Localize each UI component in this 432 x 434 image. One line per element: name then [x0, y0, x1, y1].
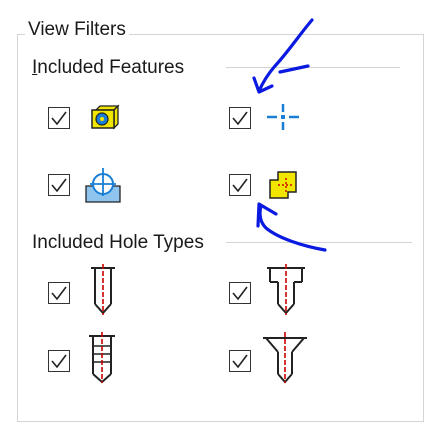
checkmark-icon: [51, 354, 67, 369]
sketch-point-feature-icon: [269, 171, 297, 199]
sketch-point-feature-checkbox[interactable]: [229, 174, 251, 196]
countersink-hole-icon: [263, 332, 307, 384]
checkmark-icon: [51, 111, 67, 126]
included-hole-types-divider: [226, 242, 412, 243]
simple-hole-checkbox[interactable]: [48, 282, 70, 304]
solid-feature-checkbox[interactable]: [48, 107, 70, 129]
checkmark-icon: [232, 354, 248, 369]
hole-on-face-feature-icon: [85, 168, 121, 203]
checkmark-icon: [51, 286, 67, 301]
counterbore-hole-checkbox[interactable]: [229, 282, 251, 304]
checkmark-icon: [51, 178, 67, 193]
included-features-title: Included Features: [32, 56, 189, 80]
point-feature-icon: [267, 104, 299, 130]
simple-hole-icon: [91, 264, 115, 315]
checkmark-icon: [232, 286, 248, 301]
included-features-title-rest: ncluded Features: [37, 57, 185, 78]
view-filters-panel: View Filters Included Features Included …: [0, 0, 432, 434]
view-filters-groupbox: [17, 34, 424, 422]
included-hole-types-title: Included Hole Types: [32, 231, 208, 255]
solid-body-feature-icon: [91, 104, 120, 130]
tapped-hole-icon: [89, 332, 115, 384]
checkmark-icon: [232, 178, 248, 193]
counterbore-hole-icon: [267, 264, 305, 315]
checkmark-icon: [232, 111, 248, 126]
tapped-hole-checkbox[interactable]: [48, 350, 70, 372]
view-filters-title: View Filters: [25, 18, 129, 42]
countersink-hole-checkbox[interactable]: [229, 350, 251, 372]
included-features-divider: [226, 67, 400, 68]
hole-face-feature-checkbox[interactable]: [48, 174, 70, 196]
point-feature-checkbox[interactable]: [229, 107, 251, 129]
